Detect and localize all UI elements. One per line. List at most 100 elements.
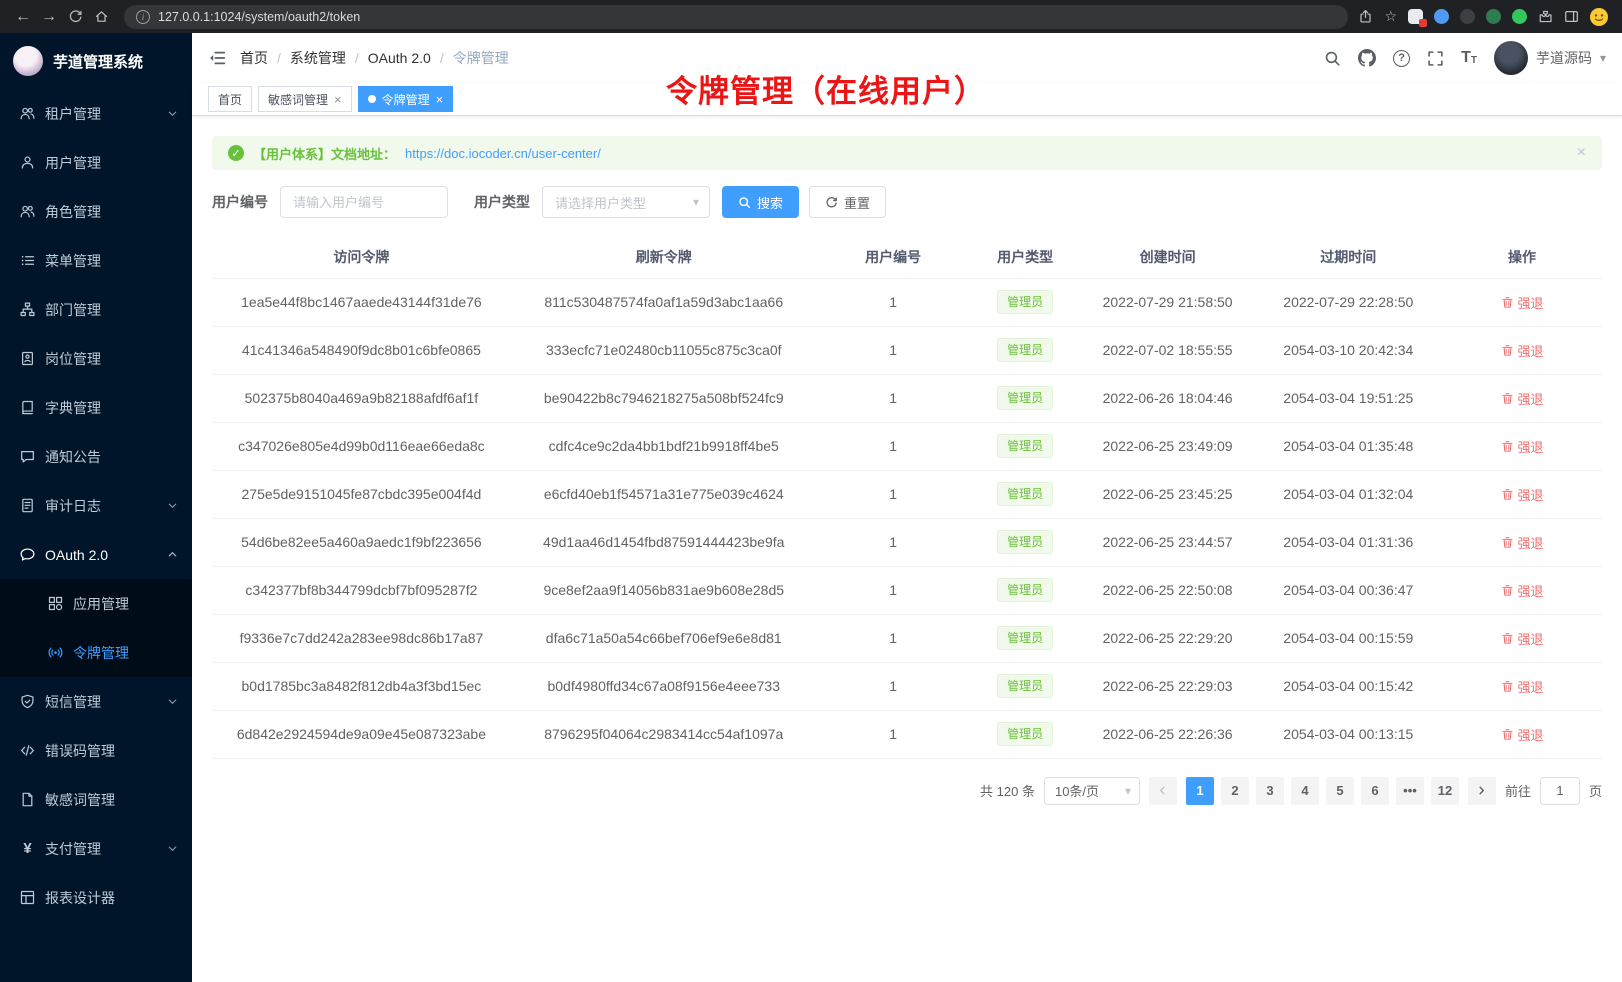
page-size-select[interactable]: 10条/页 ▾ <box>1044 777 1140 805</box>
sidebar-item-sms[interactable]: 短信管理 <box>0 677 192 726</box>
force-logout-label: 强退 <box>1518 581 1544 600</box>
action-cell: 强退 <box>1442 326 1602 374</box>
share-icon[interactable] <box>1358 9 1373 24</box>
sidebar-item-user[interactable]: 用户管理 <box>0 138 192 187</box>
page-info-icon[interactable]: i <box>136 10 150 24</box>
breadcrumb-system[interactable]: 系统管理 <box>290 48 346 68</box>
sidebar-item-oauth2-token[interactable]: 令牌管理 <box>0 628 192 677</box>
tag-view-bar: 首页 敏感词管理 × 令牌管理 × <box>192 83 1622 116</box>
sidebar-item-oauth2[interactable]: OAuth 2.0 <box>0 530 192 579</box>
collapse-sidebar-icon[interactable] <box>208 49 226 67</box>
sidebar-item-label: 租户管理 <box>45 104 101 124</box>
next-page-button[interactable] <box>1468 777 1496 805</box>
bookmark-star-icon[interactable]: ☆ <box>1384 8 1397 25</box>
col-expire-time: 过期时间 <box>1254 236 1442 278</box>
sidebar-item-oauth2-app[interactable]: 应用管理 <box>0 579 192 628</box>
sidebar-item-notice[interactable]: 通知公告 <box>0 432 192 481</box>
user-type-select[interactable]: 请选择用户类型 ▾ <box>542 186 710 218</box>
shield-icon <box>20 694 35 709</box>
expire-time-cell: 2054-03-04 01:32:04 <box>1254 470 1442 518</box>
force-logout-button[interactable]: 强退 <box>1501 533 1544 552</box>
force-logout-button[interactable]: 强退 <box>1501 581 1544 600</box>
extension-icon-dark[interactable] <box>1460 9 1475 24</box>
user-id-cell: 1 <box>817 710 970 758</box>
extension-icon-green-dark[interactable] <box>1486 9 1501 24</box>
sidebar-item-dept[interactable]: 部门管理 <box>0 285 192 334</box>
force-logout-button[interactable]: 强退 <box>1501 389 1544 408</box>
tab-close-icon[interactable]: × <box>436 93 444 106</box>
extension-icon-green[interactable] <box>1512 9 1527 24</box>
page-button[interactable]: 12 <box>1431 777 1459 805</box>
app-logo[interactable]: 芋道管理系统 <box>0 33 192 89</box>
sidebar-item-label: 令牌管理 <box>73 643 129 663</box>
extensions-puzzle-icon[interactable] <box>1538 9 1553 24</box>
page-button[interactable]: ••• <box>1396 777 1424 805</box>
search-button[interactable]: 搜索 <box>722 186 799 218</box>
force-logout-button[interactable]: 强退 <box>1501 341 1544 360</box>
goto-page-input[interactable] <box>1540 777 1580 805</box>
github-link-button[interactable] <box>1358 49 1376 67</box>
sidebar-item-tenant[interactable]: 租户管理 <box>0 89 192 138</box>
sidebar-item-payment[interactable]: ¥ 支付管理 <box>0 824 192 873</box>
page-button[interactable]: 6 <box>1361 777 1389 805</box>
user-type-cell: 管理员 <box>970 662 1081 710</box>
sidebar-item-menu[interactable]: 菜单管理 <box>0 236 192 285</box>
chevron-down-icon <box>167 696 178 707</box>
tab-home[interactable]: 首页 <box>208 86 252 112</box>
sidebar-item-post[interactable]: 岗位管理 <box>0 334 192 383</box>
tab-token[interactable]: 令牌管理 × <box>358 86 454 112</box>
force-logout-button[interactable]: 强退 <box>1501 485 1544 504</box>
refresh-token-cell: b0df4980ffd34c67a08f9156e4eee733 <box>511 662 817 710</box>
reset-button[interactable]: 重置 <box>809 186 886 218</box>
profile-avatar-icon[interactable] <box>1590 8 1608 26</box>
force-logout-button[interactable]: 强退 <box>1501 437 1544 456</box>
access-token-cell: f9336e7c7dd242a283ee98dc86b17a87 <box>212 614 511 662</box>
page-button[interactable]: 5 <box>1326 777 1354 805</box>
action-cell: 强退 <box>1442 566 1602 614</box>
home-icon <box>94 9 109 24</box>
breadcrumb-oauth2[interactable]: OAuth 2.0 <box>368 50 431 66</box>
goto-label: 前往 <box>1505 781 1531 800</box>
delete-icon <box>1501 728 1514 741</box>
sidebar-item-sensitive-word[interactable]: 敏感词管理 <box>0 775 192 824</box>
address-bar[interactable]: i 127.0.0.1:1024/system/oauth2/token <box>124 5 1348 29</box>
doc-link[interactable]: https://doc.iocoder.cn/user-center/ <box>405 146 601 161</box>
sidebar-item-error-code[interactable]: 错误码管理 <box>0 726 192 775</box>
browser-reload-button[interactable] <box>62 4 88 30</box>
font-size-icon-small: T <box>1471 56 1477 66</box>
page-button[interactable]: 3 <box>1256 777 1284 805</box>
sidebar-item-audit-log[interactable]: 审计日志 <box>0 481 192 530</box>
user-type-badge: 管理员 <box>997 434 1053 458</box>
user-menu[interactable]: 芋道源码 ▾ <box>1494 41 1606 75</box>
force-logout-label: 强退 <box>1518 677 1544 696</box>
tab-sensitive-word[interactable]: 敏感词管理 × <box>258 86 352 112</box>
user-type-cell: 管理员 <box>970 614 1081 662</box>
page-button[interactable]: 2 <box>1221 777 1249 805</box>
force-logout-button[interactable]: 强退 <box>1501 629 1544 648</box>
browser-forward-button[interactable]: → <box>36 4 62 30</box>
sidebar-item-report-designer[interactable]: 报表设计器 <box>0 873 192 922</box>
breadcrumb-home[interactable]: 首页 <box>240 48 268 68</box>
page-button[interactable]: 4 <box>1291 777 1319 805</box>
browser-home-button[interactable] <box>88 4 114 30</box>
force-logout-button[interactable]: 强退 <box>1501 677 1544 696</box>
sidebar-item-dict[interactable]: 字典管理 <box>0 383 192 432</box>
user-type-badge: 管理员 <box>997 578 1053 602</box>
extension-icon[interactable] <box>1408 9 1423 24</box>
user-id-input[interactable] <box>280 186 448 218</box>
force-logout-button[interactable]: 强退 <box>1501 725 1544 744</box>
extension-icon-blue[interactable] <box>1434 9 1449 24</box>
side-panel-icon[interactable] <box>1564 9 1579 24</box>
users-icon <box>20 106 35 121</box>
alert-close-icon[interactable]: × <box>1577 145 1586 161</box>
fullscreen-button[interactable] <box>1427 50 1444 67</box>
tab-close-icon[interactable]: × <box>334 93 342 106</box>
sidebar-item-role[interactable]: 角色管理 <box>0 187 192 236</box>
browser-back-button[interactable]: ← <box>10 4 36 30</box>
page-button[interactable]: 1 <box>1186 777 1214 805</box>
header-search-button[interactable] <box>1324 50 1341 67</box>
font-size-button[interactable]: TT <box>1461 50 1477 66</box>
prev-page-button[interactable] <box>1149 777 1177 805</box>
force-logout-button[interactable]: 强退 <box>1501 293 1544 312</box>
help-icon[interactable]: ? <box>1393 50 1410 67</box>
